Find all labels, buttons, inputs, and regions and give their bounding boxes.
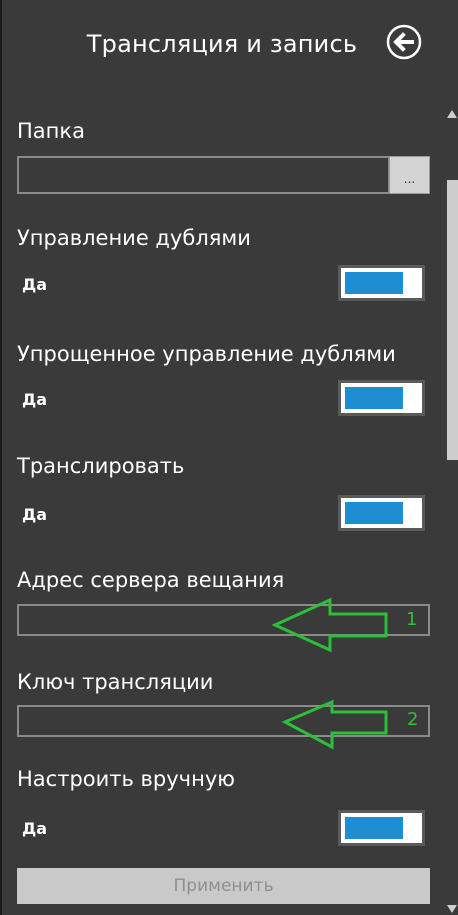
arrow-left-circle-icon [386, 24, 422, 60]
toggle-track [345, 817, 403, 839]
callout-number-1: 1 [406, 609, 418, 630]
folder-label: Папка [17, 119, 85, 143]
scroll-thumb[interactable] [447, 180, 458, 460]
simple-duplicates-toggle[interactable] [338, 380, 425, 416]
apply-button[interactable]: Применить [17, 868, 430, 904]
toggle-track [345, 272, 403, 294]
browse-folder-button[interactable]: ... [389, 156, 430, 194]
simple-duplicates-label: Упрощенное управление дублями [17, 342, 396, 366]
callout-arrow-icon [281, 699, 388, 750]
toggle-track [345, 387, 403, 409]
duplicates-toggle[interactable] [338, 265, 425, 301]
simple-duplicates-state-label: Да [22, 390, 48, 409]
vertical-scrollbar[interactable] [443, 110, 458, 915]
panel-title: Трансляция и запись [86, 30, 358, 58]
back-button[interactable] [385, 23, 423, 61]
server-address-label: Адрес сервера вещания [17, 568, 285, 592]
broadcast-toggle[interactable] [338, 495, 425, 531]
callout-number-2: 2 [407, 709, 419, 730]
duplicates-label: Управление дублями [17, 226, 251, 250]
callout-arrow-icon [271, 597, 388, 653]
stream-key-label: Ключ трансляции [17, 670, 214, 694]
broadcast-state-label: Да [22, 505, 48, 524]
duplicates-state-label: Да [22, 275, 48, 294]
manual-setup-label: Настроить вручную [17, 767, 235, 791]
broadcast-label: Транслировать [17, 454, 185, 478]
manual-setup-state-label: Да [22, 819, 48, 838]
manual-setup-toggle[interactable] [338, 810, 425, 846]
scroll-down-arrow-icon[interactable] [447, 905, 457, 913]
toggle-track [345, 502, 403, 524]
folder-path-input[interactable] [17, 156, 390, 194]
scroll-up-arrow-icon[interactable] [447, 110, 457, 118]
broadcast-settings-panel: Трансляция и запись Папка ... Управление… [0, 0, 458, 915]
